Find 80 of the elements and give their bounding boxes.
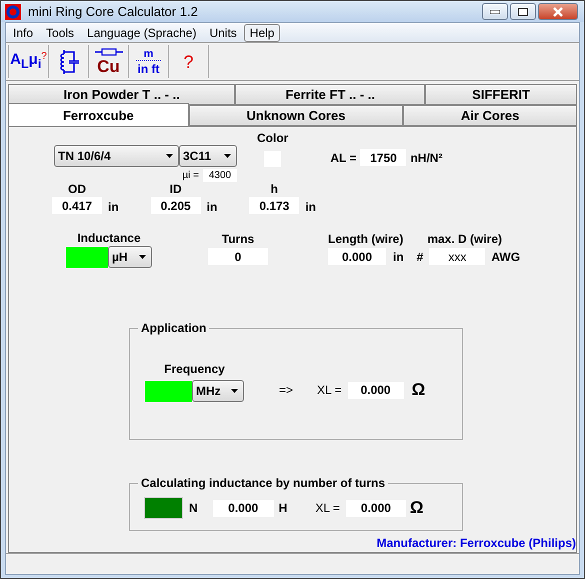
menu-item[interactable]: Tools — [40, 24, 80, 42]
toolbar-button[interactable]: ? — [168, 45, 208, 78]
toolbar-button[interactable]: A$_{L}$μ$_{i}$? — [8, 45, 48, 78]
ohm-label: Ω — [410, 498, 424, 518]
diameter-label: max. D (wire) — [427, 232, 502, 246]
al-unit: nH/N² — [410, 150, 442, 164]
mu-label: µi = — [182, 170, 199, 181]
group-title: Calculating inductance by number of turns — [138, 476, 388, 490]
toolbar-label: m — [136, 48, 162, 60]
caret-icon — [166, 154, 173, 158]
length-label: Length (wire) — [328, 232, 404, 246]
menu-item[interactable]: Language (Sprache) — [81, 24, 202, 42]
tab[interactable]: Unknown Cores — [188, 105, 404, 126]
frequency-label: Frequency — [164, 362, 225, 376]
length-field[interactable]: 0.000 — [328, 248, 386, 265]
group-title: Application — [138, 321, 210, 335]
maximize-icon — [518, 8, 528, 16]
close-icon — [552, 6, 564, 16]
unit-label: H — [278, 501, 288, 515]
xl-field[interactable]: 0.000 — [346, 500, 406, 516]
tab[interactable]: Ferroxcube — [8, 103, 189, 126]
toolbar-button[interactable]: Cu — [88, 45, 128, 78]
color-label: Color — [257, 131, 288, 145]
material-select[interactable]: 3C11 — [179, 145, 237, 167]
tab[interactable]: Iron Powder T .. - .. — [8, 84, 236, 105]
unit-label: in — [305, 200, 316, 214]
caret-icon — [231, 389, 238, 393]
xl-label: XL = — [315, 501, 340, 515]
tab[interactable]: SIFFERIT — [425, 84, 578, 105]
caret-icon — [139, 255, 146, 259]
maximize-button[interactable] — [510, 3, 536, 20]
diameter-field[interactable]: xxx — [429, 248, 486, 265]
toolbar-label: Cu — [97, 58, 120, 75]
toolbar-label: in ft — [138, 62, 160, 74]
toolbar-button[interactable]: m in ft — [128, 45, 168, 78]
al-label: AL = — [330, 150, 356, 164]
unit-label: in — [108, 200, 119, 214]
dimension-label: h — [270, 182, 278, 196]
dimension-label: ID — [170, 182, 182, 196]
unit-label: AWG — [491, 250, 520, 264]
dimension-label: OD — [68, 182, 86, 196]
unit-label: in — [393, 250, 404, 264]
manufacturer-label: Manufacturer: Ferroxcube (Philips) — [376, 536, 576, 550]
unit-label: in — [206, 200, 218, 214]
xl-label: XL = — [317, 383, 342, 397]
inductance-result-field[interactable]: 0.000 — [212, 500, 274, 516]
menu-item[interactable]: Info — [7, 24, 40, 42]
dimension-field[interactable]: 0.173 — [249, 197, 300, 214]
tab[interactable]: Air Cores — [403, 105, 577, 126]
inductance-label: Inductance — [77, 231, 141, 245]
toolbar-label: A$_{L}$μ$_{i}$ — [10, 52, 42, 71]
dimension-field[interactable]: 0.205 — [150, 197, 201, 214]
menu-item[interactable]: Units — [203, 24, 243, 42]
hash-label: # — [416, 250, 424, 264]
ohm-label: Ω — [412, 380, 426, 400]
core-select[interactable]: TN 10/6/4 — [54, 145, 179, 167]
arrow-label: => — [279, 383, 294, 397]
xl-field[interactable]: 0.000 — [348, 382, 404, 398]
ring-icon — [5, 4, 21, 20]
mu-value: 4300 — [203, 169, 237, 182]
frequency-unit-select[interactable]: MHz — [192, 380, 244, 402]
calculate-button[interactable] — [144, 497, 183, 519]
menu-item[interactable]: Help — [244, 24, 280, 42]
n-label: N — [189, 501, 198, 515]
caret-icon — [224, 154, 231, 158]
inductance-unit-select[interactable]: µH — [108, 246, 152, 268]
turns-field[interactable]: 0 — [208, 248, 268, 265]
dimension-field[interactable]: 0.417 — [52, 197, 102, 214]
tab[interactable]: Ferrite FT .. - .. — [235, 84, 426, 105]
resistor-icon — [94, 48, 122, 56]
al-field[interactable]: 1750 — [360, 149, 406, 166]
toolbar-mark: ? — [41, 52, 47, 62]
window-title: mini Ring Core Calculator 1.2 — [28, 4, 199, 19]
close-button[interactable] — [538, 3, 578, 20]
frequency-field[interactable] — [145, 381, 192, 402]
minimize-icon — [490, 10, 500, 14]
turns-label: Turns — [222, 232, 254, 246]
toolbar-label: ? — [183, 52, 194, 70]
inductance-field[interactable] — [66, 247, 108, 268]
minimize-button[interactable] — [482, 3, 508, 20]
